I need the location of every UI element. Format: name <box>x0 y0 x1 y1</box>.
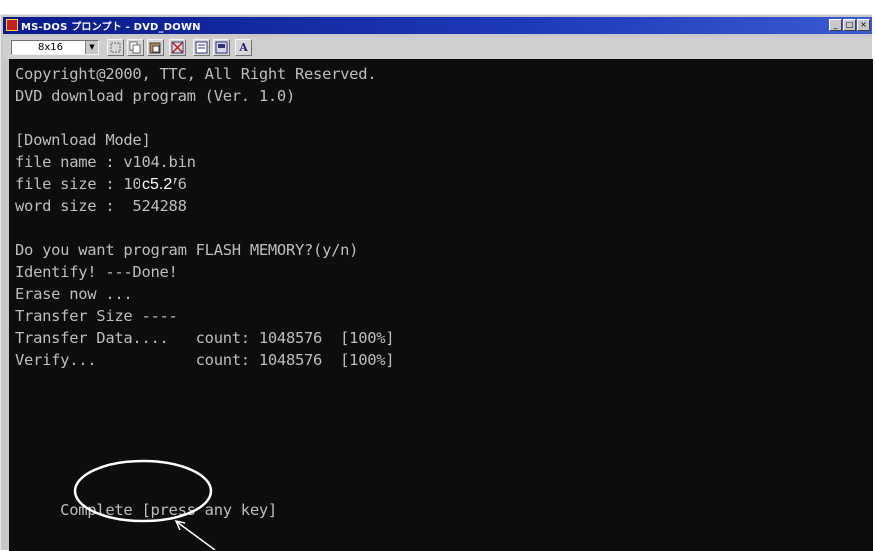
terminal-line: Verify... count: 1048576 [100%] <box>15 351 395 369</box>
dos-prompt-window: MS-DOS プロンプト - DVD_DOWN _ □ × 8x16 ▼ A C… <box>0 14 873 551</box>
terminal-line: [Download Mode] <box>15 131 151 149</box>
terminal-line: Transfer Size ---- <box>15 307 178 325</box>
terminal-line: Transfer Data.... count: 1048576 [100%] <box>15 329 395 347</box>
toolbar: 8x16 ▼ A <box>3 37 872 59</box>
paste-icon <box>149 42 161 54</box>
terminal-line-complete: Complete [press any key] <box>15 501 277 519</box>
title-bar[interactable]: MS-DOS プロンプト - DVD_DOWN _ □ × <box>3 17 872 34</box>
terminal-line: Copyright@2000, TTC, All Right Reserved. <box>15 65 377 83</box>
msdos-app-icon[interactable] <box>6 19 18 31</box>
terminal-line: Erase now ... <box>15 285 133 303</box>
terminal-line: DVD download program (Ver. 1.0) <box>15 87 295 105</box>
background-button[interactable] <box>213 39 230 56</box>
font-size-value: 8x16 <box>38 42 64 53</box>
paste-button[interactable] <box>147 39 164 56</box>
chevron-down-icon[interactable]: ▼ <box>85 41 98 54</box>
terminal-line: file name : v104.bin <box>15 153 196 171</box>
version-label-overlay: c5.2 <box>140 176 175 194</box>
minimize-button[interactable]: _ <box>829 19 842 31</box>
copy-button[interactable] <box>127 39 144 56</box>
window-title: MS-DOS プロンプト - DVD_DOWN <box>21 22 201 33</box>
terminal-line: word size : 524288 <box>15 197 187 215</box>
terminal-screen[interactable]: Copyright@2000, TTC, All Right Reserved.… <box>9 59 873 551</box>
terminal-line: Identify! ---Done! <box>15 263 178 281</box>
copy-icon <box>129 41 141 54</box>
properties-icon <box>195 41 208 54</box>
fullscreen-icon <box>171 41 184 54</box>
terminal-line: Do you want program FLASH MEMORY?(y/n) <box>15 241 359 259</box>
font-button[interactable]: A <box>235 39 252 56</box>
properties-button[interactable] <box>193 39 210 56</box>
fullscreen-button[interactable] <box>169 39 186 56</box>
window-controls: _ □ × <box>829 19 870 31</box>
maximize-button[interactable]: □ <box>843 19 856 31</box>
font-size-select[interactable]: 8x16 ▼ <box>11 40 99 55</box>
background-icon <box>215 41 228 54</box>
mark-icon <box>110 42 121 53</box>
close-button[interactable]: × <box>857 19 870 31</box>
mark-button[interactable] <box>107 39 124 56</box>
